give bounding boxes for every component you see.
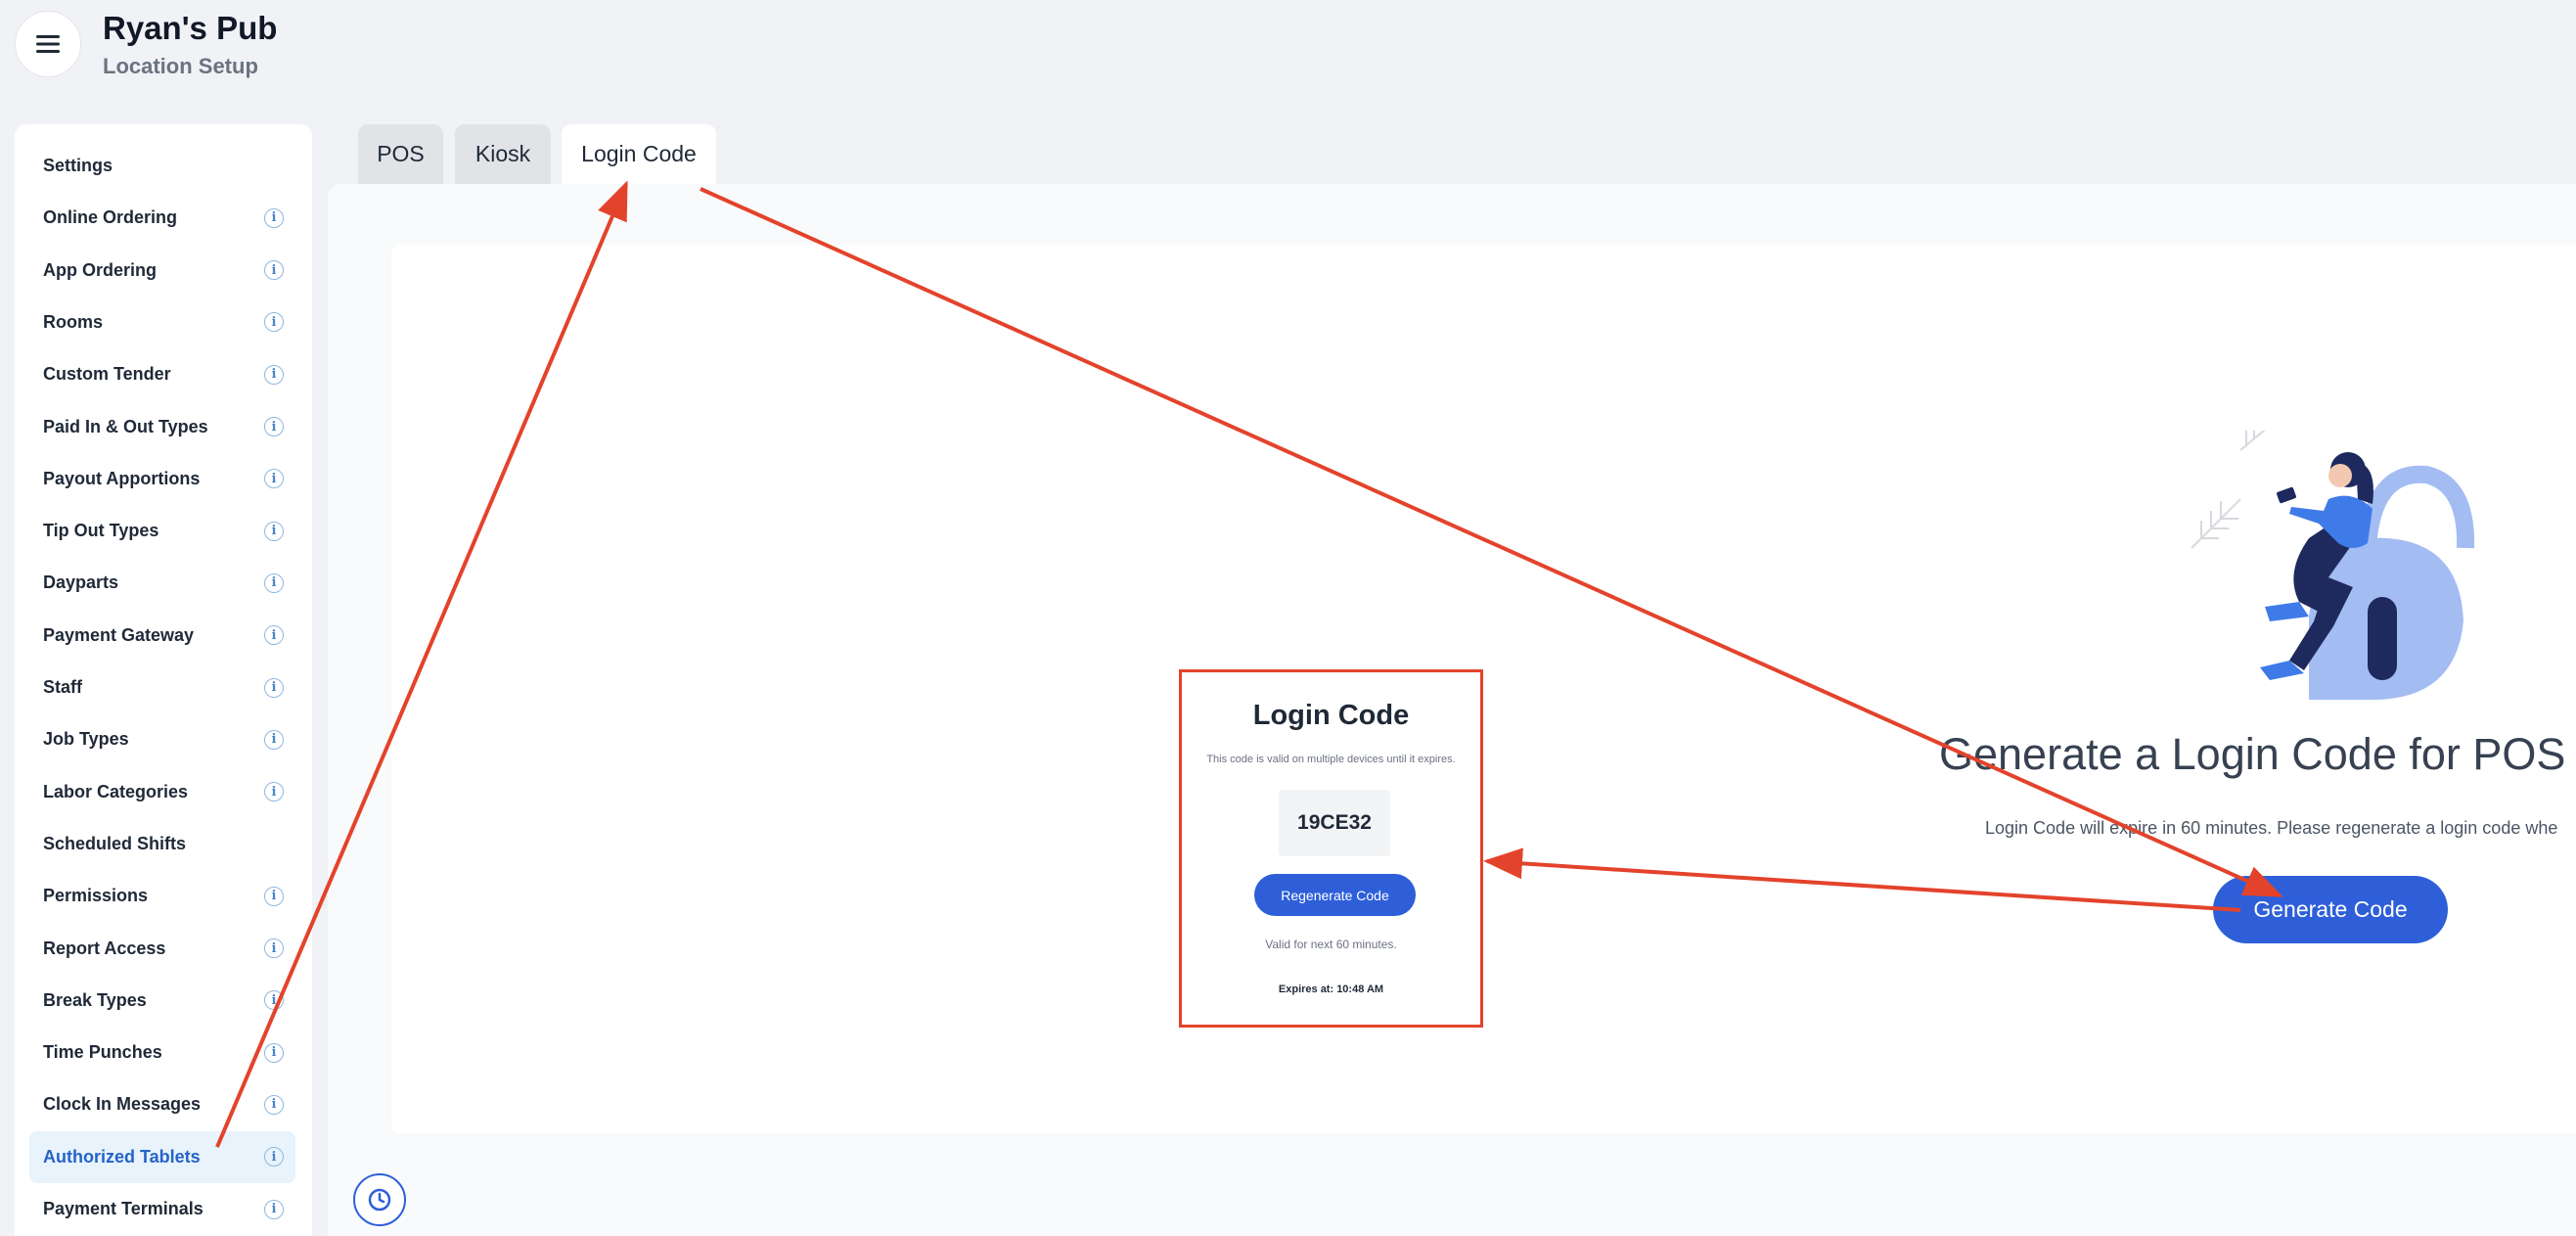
sidebar-item-label: Rooms (43, 311, 104, 332)
sidebar-item-label: Payment Terminals (43, 1199, 203, 1218)
page-title: Ryan's Pub (103, 10, 278, 46)
info-icon[interactable]: i (264, 782, 284, 802)
sidebar-item-label: Custom Tender (43, 364, 171, 385)
sidebar-item-payment-terminals[interactable]: Payment Terminals i (29, 1183, 295, 1235)
info-icon[interactable]: i (264, 625, 284, 646)
info-icon[interactable]: i (264, 521, 284, 541)
sidebar-item-paid-in-out-types[interactable]: Paid In & Out Types i (29, 401, 295, 453)
login-code-title: Login Code (1252, 700, 1410, 731)
sidebar-item-payout-apportions[interactable]: Payout Apportions i (29, 453, 295, 505)
sidebar-item-label: Payment Gateway (43, 624, 195, 645)
expires-at-text: Expires at: 10:48 AM (1278, 984, 1384, 995)
info-icon[interactable]: i (264, 417, 284, 436)
sidebar-item-label: Job Types (43, 729, 129, 750)
login-code-value: 19CE32 (1279, 790, 1390, 856)
sidebar-item-label: Labor Categories (43, 781, 189, 801)
generate-description: Login Code will expire in 60 minutes. Pl… (1985, 818, 2558, 838)
sidebar: Settings Online Ordering i App Ordering i Roo… (15, 124, 312, 1236)
sidebar-item-label: Staff (43, 677, 82, 697)
tab-pos[interactable]: POS (358, 124, 443, 184)
sidebar-item-online-ordering[interactable]: Online Ordering i (29, 192, 295, 244)
info-icon[interactable]: i (264, 572, 284, 593)
sidebar-item-label: Paid In & Out Types (43, 416, 208, 436)
menu-button[interactable] (15, 11, 81, 77)
sidebar-item-tip-out-types[interactable]: Tip Out Types i (29, 505, 295, 557)
sidebar-item-custom-tender[interactable]: Custom Tender i (29, 348, 295, 400)
sidebar-item-app-ordering[interactable]: App Ordering i (29, 245, 295, 297)
sidebar-item-label: Tip Out Types (43, 521, 159, 541)
tab-kiosk[interactable]: Kiosk (455, 124, 551, 184)
info-icon[interactable]: i (264, 469, 284, 489)
regenerate-code-button[interactable]: Regenerate Code (1254, 874, 1416, 916)
padlock-person-illustration (2191, 431, 2475, 700)
sidebar-item-permissions[interactable]: Permissions i (29, 870, 295, 922)
info-icon[interactable]: i (264, 364, 284, 385)
sidebar-item-authorized-tablets[interactable]: Authorized Tablets i (29, 1130, 295, 1183)
login-code-note: This code is valid on multiple devices u… (1206, 754, 1456, 765)
sidebar-item-label: Permissions (43, 886, 149, 906)
sidebar-item-report-access[interactable]: Report Access i (29, 923, 295, 975)
generate-code-button[interactable]: Generate Code (2213, 876, 2448, 943)
tab-login-code[interactable]: Login Code (562, 124, 716, 184)
sidebar-item-scheduled-shifts[interactable]: Scheduled Shifts (29, 818, 295, 870)
info-icon[interactable]: i (264, 260, 284, 281)
sidebar-item-settings[interactable]: Settings (29, 140, 295, 192)
info-icon[interactable]: i (264, 938, 284, 958)
sidebar-item-label: Report Access (43, 938, 166, 958)
sidebar-item-label: Scheduled Shifts (43, 833, 187, 853)
info-icon[interactable]: i (264, 677, 284, 698)
sidebar-item-dayparts[interactable]: Dayparts i (29, 557, 295, 609)
sidebar-item-labor-categories[interactable]: Labor Categories i (29, 766, 295, 818)
clock-icon (368, 1188, 391, 1212)
info-icon[interactable]: i (264, 1094, 284, 1115)
info-icon[interactable]: i (264, 1147, 284, 1167)
sidebar-item-rooms[interactable]: Rooms i (29, 297, 295, 348)
info-icon[interactable]: i (264, 886, 284, 906)
leaf-decoration-icon (2191, 431, 2266, 549)
sidebar-item-label: Clock In Messages (43, 1094, 202, 1115)
sidebar-item-time-punches[interactable]: Time Punches i (29, 1027, 295, 1078)
info-icon[interactable]: i (264, 1042, 284, 1063)
clock-button[interactable] (353, 1173, 406, 1226)
sidebar-item-clock-in-messages[interactable]: Clock In Messages i (29, 1078, 295, 1130)
sidebar-item-label: Time Punches (43, 1042, 162, 1063)
sidebar-item-staff[interactable]: Staff i (29, 662, 295, 713)
sidebar-item-label: Break Types (43, 989, 147, 1010)
info-icon[interactable]: i (264, 990, 284, 1011)
info-icon[interactable]: i (264, 207, 284, 228)
generate-heading: Generate a Login Code for POS a (1939, 729, 2576, 779)
sidebar-item-label: Payout Apportions (43, 468, 201, 488)
page-subtitle: Location Setup (103, 54, 258, 78)
sidebar-item-label: Authorized Tablets (43, 1146, 201, 1167)
info-icon[interactable]: i (264, 312, 284, 333)
info-icon[interactable]: i (264, 729, 284, 750)
info-icon[interactable]: i (264, 1199, 284, 1219)
sidebar-item-job-types[interactable]: Job Types i (29, 713, 295, 765)
sidebar-item-label: App Ordering (43, 259, 157, 280)
sidebar-item-label: Settings (43, 156, 113, 175)
sidebar-item-label: Online Ordering (43, 207, 178, 228)
sidebar-item-label: Dayparts (43, 572, 119, 593)
valid-duration-text: Valid for next 60 minutes. (1265, 938, 1397, 951)
login-code-card: Login Code This code is valid on multipl… (1179, 669, 1483, 1028)
sidebar-item-payment-gateway[interactable]: Payment Gateway i (29, 610, 295, 662)
sidebar-item-break-types[interactable]: Break Types i (29, 975, 295, 1027)
hamburger-menu-icon (36, 35, 60, 53)
